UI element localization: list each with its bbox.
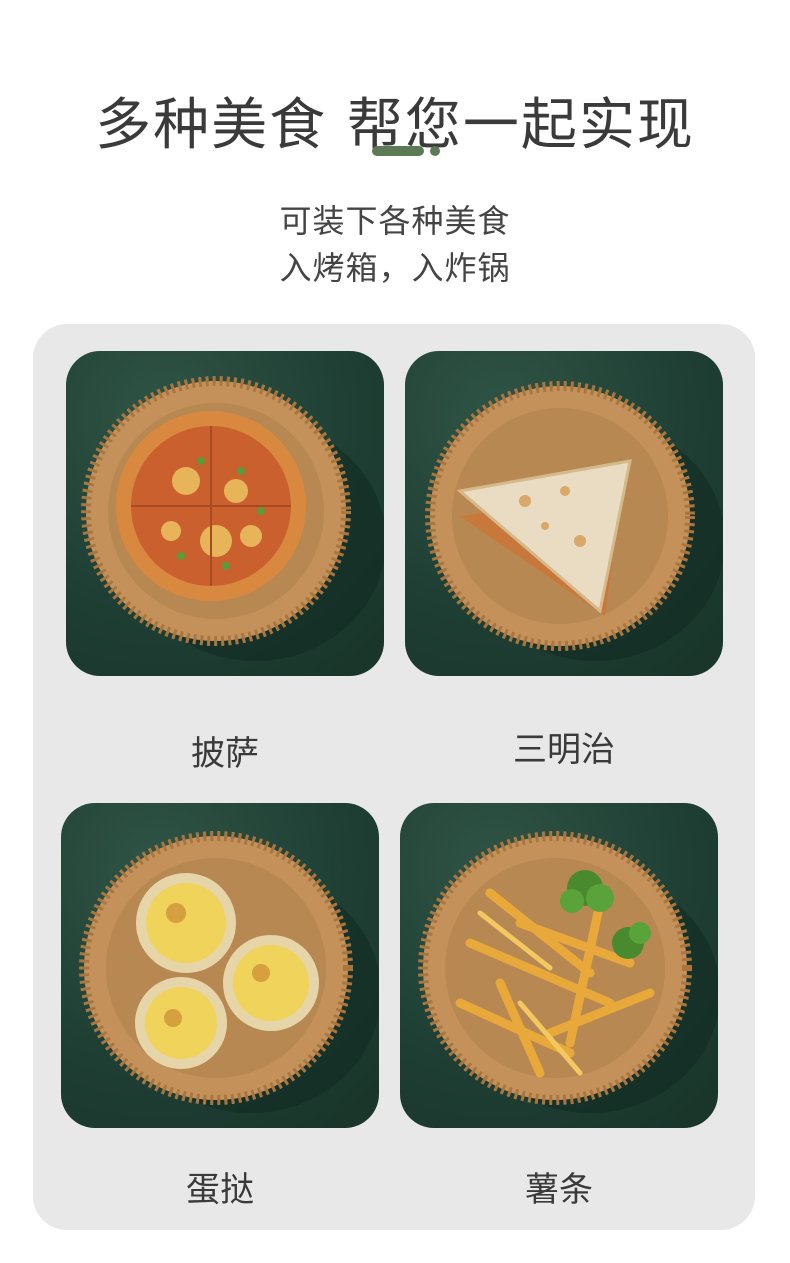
sandwich-icon (425, 381, 723, 661)
egg-tart-tile (61, 803, 379, 1128)
food-label-egg-tart: 蛋挞 (186, 1170, 254, 1210)
sandwich-tile (405, 351, 723, 676)
title-divider (372, 146, 442, 156)
food-label-pizza: 披萨 (191, 734, 259, 774)
fries-icon (418, 831, 718, 1113)
food-label-fries: 薯条 (525, 1170, 593, 1210)
fries-tile (400, 803, 718, 1128)
divider-bar (372, 146, 424, 156)
pizza-tile (66, 351, 384, 676)
pizza-icon (81, 376, 384, 661)
subtitle-line-2: 入烤箱，入炸锅 (279, 249, 511, 287)
egg-tart-icon (79, 831, 379, 1113)
food-label-sandwich: 三明治 (513, 730, 615, 770)
divider-dot (430, 146, 440, 156)
subtitle-line-1: 可装下各种美食 (279, 202, 511, 240)
food-panel: 披萨 三明治 蛋挞 薯条 (33, 324, 755, 1230)
